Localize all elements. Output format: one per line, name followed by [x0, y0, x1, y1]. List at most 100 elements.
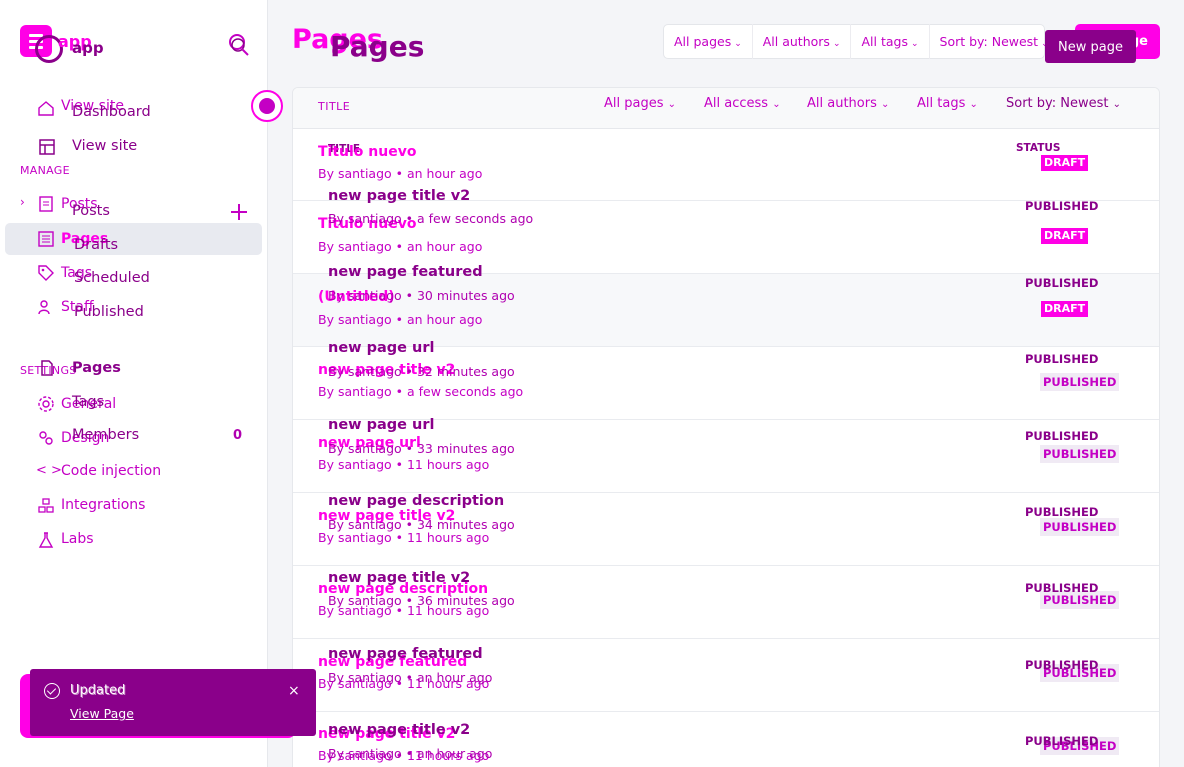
- home-icon: [37, 99, 55, 117]
- nav-drafts[interactable]: Drafts: [74, 237, 118, 253]
- page-title-link-secondary[interactable]: new page title v2: [328, 722, 470, 738]
- status-label: PUBLISHED: [1025, 199, 1099, 213]
- members-count: 0: [233, 428, 243, 443]
- row-divider: [293, 711, 1159, 712]
- flask-icon: [37, 531, 55, 549]
- filter-all-pages[interactable]: All pages ⌄: [664, 24, 753, 59]
- page-meta-secondary: By santiago • an hour ago: [328, 670, 493, 685]
- page-meta: By santiago • 11 hours ago: [318, 457, 490, 472]
- add-post-icon[interactable]: [229, 202, 249, 222]
- tag-icon: [37, 264, 55, 282]
- filter-label: All authors: [807, 96, 877, 111]
- filter-label: Sort by: Newest: [939, 34, 1039, 49]
- filter-label: All pages: [604, 96, 664, 111]
- search-icon[interactable]: [227, 32, 251, 58]
- nav-dashboard[interactable]: Dashboard: [72, 104, 151, 120]
- nav-scheduled[interactable]: Scheduled: [74, 270, 150, 286]
- page-meta: By santiago • 11 hours ago: [318, 530, 490, 545]
- status-badge: PUBLISHED: [1040, 373, 1120, 391]
- nav-view-site-secondary[interactable]: View site: [72, 138, 137, 154]
- header-filter-bar: All pages ⌄ All authors ⌄ All tags ⌄ Sort b…: [663, 24, 1049, 59]
- pages-icon: [37, 230, 55, 248]
- nav-tags-secondary[interactable]: Tags: [72, 394, 104, 410]
- status-label: PUBLISHED: [1025, 505, 1099, 519]
- chevron-right-icon[interactable]: ›: [20, 195, 25, 209]
- nav-published[interactable]: Published: [74, 304, 144, 320]
- status-label: PUBLISHED: [1025, 352, 1099, 366]
- posts-icon: [37, 195, 55, 213]
- integrations-icon: [37, 497, 55, 515]
- page-meta: By santiago • an hour ago: [318, 239, 483, 254]
- nav-members[interactable]: Members: [72, 427, 139, 443]
- status-label: PUBLISHED: [1025, 581, 1099, 595]
- toast-notification-secondary: [30, 669, 316, 736]
- file-icon: [38, 359, 56, 377]
- filter-label: All authors: [762, 34, 830, 49]
- layout-icon: [38, 138, 56, 156]
- filter-label: All tags: [917, 96, 966, 111]
- filter-label: Sort by: Newest: [1006, 96, 1109, 111]
- new-page-button-secondary[interactable]: New page: [1045, 30, 1136, 63]
- page-meta: By santiago • a few seconds ago: [318, 384, 524, 399]
- nav-posts-secondary[interactable]: Posts: [72, 203, 110, 219]
- page-title-secondary: Pages: [330, 30, 425, 63]
- page-title-link-secondary[interactable]: new page title v2: [328, 188, 470, 204]
- toast-title-secondary: Updated: [71, 684, 127, 699]
- page-meta-secondary: By santiago • an hour ago: [328, 746, 493, 761]
- filter-sort[interactable]: Sort by: Newest⌄: [930, 24, 1059, 59]
- page-meta-secondary: By santiago • a few seconds ago: [328, 211, 534, 226]
- column-status: STATUS: [1016, 142, 1061, 154]
- page-title-link-secondary[interactable]: new page url: [328, 417, 434, 433]
- status-label: PUBLISHED: [1025, 734, 1099, 748]
- table-filter-sort[interactable]: Sort by: Newest ⌄: [1006, 96, 1121, 111]
- filter-label: All pages: [674, 34, 732, 49]
- nav-pages-secondary[interactable]: Pages: [72, 360, 121, 376]
- table-filter-all-access[interactable]: All access ⌄: [704, 96, 781, 111]
- chevron-down-icon: ⌄: [910, 39, 919, 49]
- chevron-down-icon: ⌄: [969, 99, 978, 110]
- toast-view-page-link[interactable]: View Page: [70, 706, 134, 721]
- page-meta: By santiago • an hour ago: [318, 312, 483, 327]
- chevron-down-icon: ⌄: [734, 39, 742, 49]
- nav-labs[interactable]: Labs: [61, 531, 94, 547]
- page-meta: By santiago • an hour ago: [318, 166, 483, 181]
- status-label: PUBLISHED: [1025, 429, 1099, 443]
- table-filter-all-authors[interactable]: All authors ⌄: [807, 96, 889, 111]
- section-manage: MANAGE: [20, 164, 70, 177]
- status-badge: DRAFT: [1041, 228, 1089, 244]
- page-title-link-secondary[interactable]: new page url: [328, 340, 434, 356]
- filter-all-authors[interactable]: All authors ⌄: [753, 24, 852, 59]
- code-icon: < >: [36, 463, 62, 478]
- status-badge: DRAFT: [1041, 301, 1089, 317]
- app-name-secondary: app: [72, 39, 104, 57]
- chevron-down-icon: ⌄: [667, 99, 677, 110]
- page-title-link-secondary[interactable]: new page featured: [328, 264, 483, 280]
- table-filter-all-tags[interactable]: All tags ⌄: [917, 96, 978, 111]
- column-title: TITLE: [318, 100, 351, 113]
- page-meta-secondary: By santiago • 33 minutes ago: [328, 441, 515, 456]
- check-circle-icon: [44, 683, 60, 699]
- page-meta-secondary: By santiago • 36 minutes ago: [328, 593, 515, 608]
- row-divider: [293, 565, 1159, 566]
- page-meta-secondary: By santiago • 30 minutes ago: [328, 288, 515, 303]
- chevron-down-icon: ⌄: [772, 99, 781, 110]
- nav-code-injection[interactable]: Code injection: [61, 463, 161, 479]
- staff-icon: [37, 298, 55, 316]
- page-title-link-secondary[interactable]: new page featured: [328, 646, 483, 662]
- filter-all-tags[interactable]: All tags ⌄: [851, 24, 930, 59]
- page-title-link[interactable]: Titulo nuevo: [318, 144, 416, 160]
- chevron-down-icon: ⌄: [881, 99, 890, 110]
- sidebar-toggle-button[interactable]: [251, 90, 283, 122]
- page-meta-secondary: By santiago • 34 minutes ago: [328, 517, 515, 532]
- filter-label: All tags: [861, 34, 908, 49]
- close-icon[interactable]: ×: [288, 683, 300, 699]
- status-badge: PUBLISHED: [1040, 445, 1120, 463]
- status-badge: PUBLISHED: [1040, 518, 1120, 536]
- row-divider: [293, 638, 1159, 639]
- design-icon: [37, 429, 55, 447]
- nav-integrations[interactable]: Integrations: [61, 497, 145, 513]
- filter-label: All access: [704, 96, 769, 111]
- table-filter-all-pages[interactable]: All pages ⌄: [604, 96, 676, 111]
- page-title-link-secondary[interactable]: new page title v2: [328, 570, 470, 586]
- page-title-link-secondary[interactable]: new page description: [328, 493, 504, 509]
